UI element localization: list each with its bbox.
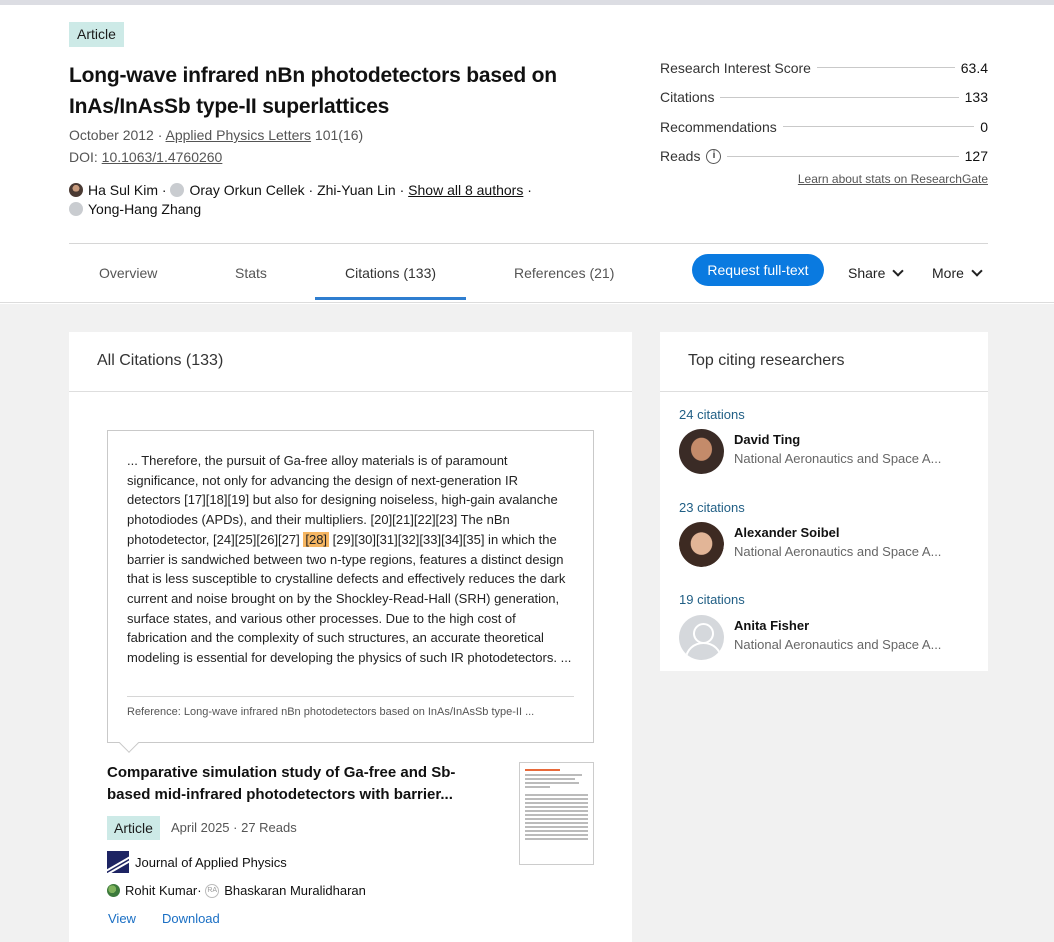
quote-divider: [127, 696, 574, 697]
stat-citations: Citations 133: [660, 83, 988, 113]
doi-label: DOI:: [69, 149, 102, 165]
citing-journal[interactable]: Journal of Applied Physics: [107, 851, 287, 873]
info-icon[interactable]: i: [706, 148, 722, 164]
researcher-name[interactable]: Anita Fisher: [734, 618, 959, 633]
stat-label: Reads: [660, 148, 701, 165]
citation-count: 24 citations: [679, 407, 745, 422]
author-separator: ·: [158, 182, 171, 198]
researcher-item[interactable]: Alexander Soibel National Aeronautics an…: [679, 522, 959, 567]
researcher-institution: National Aeronautics and Space A...: [734, 544, 942, 559]
author-name[interactable]: Bhaskaran Muralidharan: [224, 883, 366, 898]
author-name[interactable]: Rohit Kumar: [125, 883, 197, 898]
publication-date: October 2012 ·: [69, 127, 166, 143]
citing-article-badge: Article: [107, 816, 160, 840]
stat-leader-line: [816, 67, 955, 69]
citation-context-box: ... Therefore, the pursuit of Ga-free al…: [107, 430, 594, 753]
researcher-institution: National Aeronautics and Space A...: [734, 637, 942, 652]
avatar: [679, 522, 724, 567]
context-text-after: [29][30][31][32][33][34][35] in which th…: [127, 531, 572, 666]
active-tab-indicator: [315, 297, 466, 300]
stat-value: 0: [980, 118, 988, 135]
author-separator: ·: [395, 182, 409, 198]
all-citations-card: All Citations (133) ... Therefore, the p…: [69, 332, 632, 942]
author-separator: ·: [197, 883, 202, 898]
researcher-item[interactable]: David Ting National Aeronautics and Spac…: [679, 429, 959, 474]
publication-thumbnail[interactable]: [519, 762, 594, 865]
learn-about-stats-link[interactable]: Learn about stats on ResearchGate: [660, 172, 988, 186]
share-label: Share: [848, 265, 886, 281]
stat-value: 133: [964, 89, 988, 106]
top-citing-heading: Top citing researchers: [660, 332, 988, 392]
publication-header: Article Long-wave infrared nBn photodete…: [0, 5, 1054, 303]
stat-leader-line: [782, 126, 975, 128]
researchgate-placeholder-avatar: RA: [205, 883, 220, 898]
tab-stats[interactable]: Stats: [235, 265, 267, 281]
stat-research-interest: Research Interest Score 63.4: [660, 53, 988, 83]
citing-actions: View Download: [108, 911, 246, 926]
download-link[interactable]: Download: [162, 911, 220, 926]
view-link[interactable]: View: [108, 911, 136, 926]
citation-count: 19 citations: [679, 592, 745, 607]
citation-count: 23 citations: [679, 500, 745, 515]
chevron-down-icon: [971, 265, 983, 277]
stat-leader-line: [720, 96, 959, 98]
page-title: Long-wave infrared nBn photodetectors ba…: [69, 64, 557, 118]
journal-link[interactable]: Applied Physics Letters: [166, 127, 312, 143]
quote-pointer: [119, 733, 139, 753]
tab-references[interactable]: References (21): [514, 265, 614, 281]
request-full-text-button[interactable]: Request full-text: [692, 254, 824, 286]
journal-volume: 101(16): [311, 127, 364, 143]
doi-link[interactable]: 10.1063/1.4760260: [102, 149, 223, 165]
top-citing-researchers-card: Top citing researchers 24 citations Davi…: [660, 332, 988, 671]
author-name[interactable]: Ha Sul Kim: [88, 182, 158, 198]
stat-reads: Reads i 127: [660, 142, 988, 172]
journal-logo-icon: [107, 851, 129, 873]
researcher-institution: National Aeronautics and Space A...: [734, 451, 942, 466]
all-citations-heading: All Citations (133): [69, 332, 632, 392]
default-avatar-icon: [679, 615, 724, 660]
tab-citations[interactable]: Citations (133): [345, 265, 436, 281]
author-name[interactable]: Zhi-Yuan Lin: [317, 182, 396, 198]
author-separator: ·: [523, 182, 532, 198]
stat-label: Recommendations: [660, 118, 777, 135]
author-separator: ·: [304, 182, 318, 198]
author-name[interactable]: Oray Orkun Cellek: [189, 182, 304, 198]
stat-value: 127: [964, 148, 988, 165]
reference-note: Reference: Long-wave infrared nBn photod…: [127, 706, 535, 718]
stats-panel: Research Interest Score 63.4 Citations 1…: [660, 53, 988, 171]
author-list: Ha Sul Kim · Oray Orkun Cellek · Zhi-Yua…: [69, 181, 539, 219]
more-label: More: [932, 265, 964, 281]
chevron-down-icon: [892, 265, 905, 277]
stat-value: 63.4: [960, 59, 988, 76]
share-button[interactable]: Share: [848, 262, 905, 284]
researcher-item[interactable]: Anita Fisher National Aeronautics and Sp…: [679, 615, 959, 660]
citing-publication-title[interactable]: Comparative simulation study of Ga-free …: [107, 762, 487, 806]
researcher-name[interactable]: David Ting: [734, 432, 959, 447]
more-button[interactable]: More: [932, 262, 983, 284]
header-divider: [69, 243, 988, 244]
citing-authors: Rohit Kumar · RA Bhaskaran Muralidharan: [107, 883, 366, 898]
citation-context-text: ... Therefore, the pursuit of Ga-free al…: [127, 451, 574, 668]
stat-label: Citations: [660, 89, 715, 106]
citing-publication-meta: April 2025 · 27 Reads: [171, 820, 297, 835]
doi-line: DOI: 10.1063/1.4760260: [69, 149, 222, 165]
publication-meta: October 2012 · Applied Physics Letters 1…: [69, 127, 363, 143]
tab-overview[interactable]: Overview: [99, 265, 157, 281]
researcher-name[interactable]: Alexander Soibel: [734, 525, 959, 540]
author-avatar: [170, 183, 185, 197]
highlighted-reference: [28]: [303, 531, 330, 547]
author-avatar: [107, 884, 120, 897]
author-name[interactable]: Yong-Hang Zhang: [88, 201, 201, 217]
stat-label: Research Interest Score: [660, 59, 811, 76]
stat-recommendations: Recommendations 0: [660, 112, 988, 142]
avatar: [679, 429, 724, 474]
journal-name: Journal of Applied Physics: [135, 854, 287, 870]
author-avatar: [69, 183, 83, 197]
article-type-badge: Article: [69, 22, 124, 47]
stat-leader-line: [727, 155, 959, 157]
author-avatar: [69, 202, 83, 216]
show-all-authors-link[interactable]: Show all 8 authors: [408, 182, 523, 198]
